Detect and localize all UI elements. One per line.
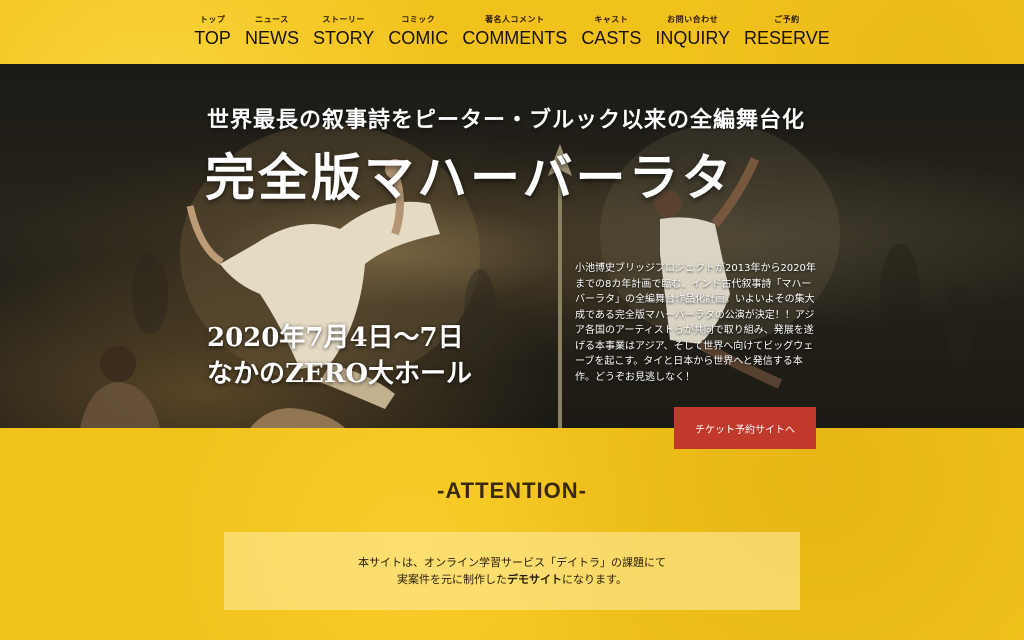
attention-line-2-prefix: 実案件を元に制作した [397,573,508,586]
nav-item-label: NEWS [244,28,299,48]
nav-item-sub-label: ご予約 [774,15,800,24]
attention-line-2-suffix: になります。 [562,573,627,586]
nav-item-label: COMIC [388,28,449,48]
nav-item-label: STORY [312,28,375,48]
main-navigation: トップ TOP ニュース NEWS ストーリー STORY コミック COMIC… [0,0,1024,64]
attention-notice: 本サイトは、オンライン学習サービス「デイトラ」の課題にて 実案件を元に制作したデ… [224,532,800,610]
nav-item-comments[interactable]: 著名人コメント COMMENTS [462,14,567,48]
event-date-venue: 2020年7月4日～7日 なかのZERO大ホール [207,320,472,392]
nav-item-sub-label: ストーリー [322,15,365,24]
hero-title: 完全版マハーバーラタ [205,148,735,207]
nav-item-sub-label: コミック [401,15,436,24]
nav-item-label: TOP [194,28,231,48]
attention-line-1: 本サイトは、オンライン学習サービス「デイトラ」の課題にて [358,556,666,569]
event-date: 2020年7月4日～7日 [207,323,464,353]
nav-item-label: INQUIRY [655,28,731,48]
attention-line-2: 実案件を元に制作したデモサイトになります。 [397,571,627,588]
ticket-reservation-button[interactable]: チケット予約サイトへ [674,407,816,449]
nav-item-top[interactable]: トップ TOP [194,14,231,48]
hero-description: 小池博史ブリッジプロジェクトが2013年から2020年までの8カ年計画で臨む、イ… [575,263,816,383]
attention-heading: -ATTENTION- [437,478,587,503]
nav-item-casts[interactable]: キャスト CASTS [581,14,641,48]
nav-item-reserve[interactable]: ご予約 RESERVE [744,14,830,48]
nav-item-sub-label: 著名人コメント [485,15,545,24]
attention-demo-site-label: デモサイト [507,573,563,586]
nav-item-story[interactable]: ストーリー STORY [313,14,374,48]
nav-item-inquiry[interactable]: お問い合わせ INQUIRY [655,14,730,48]
nav-item-sub-label: ニュース [255,15,289,24]
nav-item-news[interactable]: ニュース NEWS [245,14,299,48]
nav-item-label: RESERVE [744,28,830,48]
hero-subtitle: 世界最長の叙事詩をピーター・ブルック以来の全編舞台化 [207,107,806,133]
hero-section: 世界最長の叙事詩をピーター・ブルック以来の全編舞台化 完全版マハーバーラタ 20… [0,64,1024,428]
nav-item-sub-label: お問い合わせ [667,15,719,24]
nav-item-comic[interactable]: コミック COMIC [388,14,448,48]
nav-item-label: COMMENTS [462,28,568,48]
nav-item-sub-label: キャスト [594,15,629,24]
nav-item-sub-label: トップ [199,15,226,24]
nav-item-label: CASTS [581,28,642,48]
event-venue: なかのZERO大ホール [207,359,473,389]
